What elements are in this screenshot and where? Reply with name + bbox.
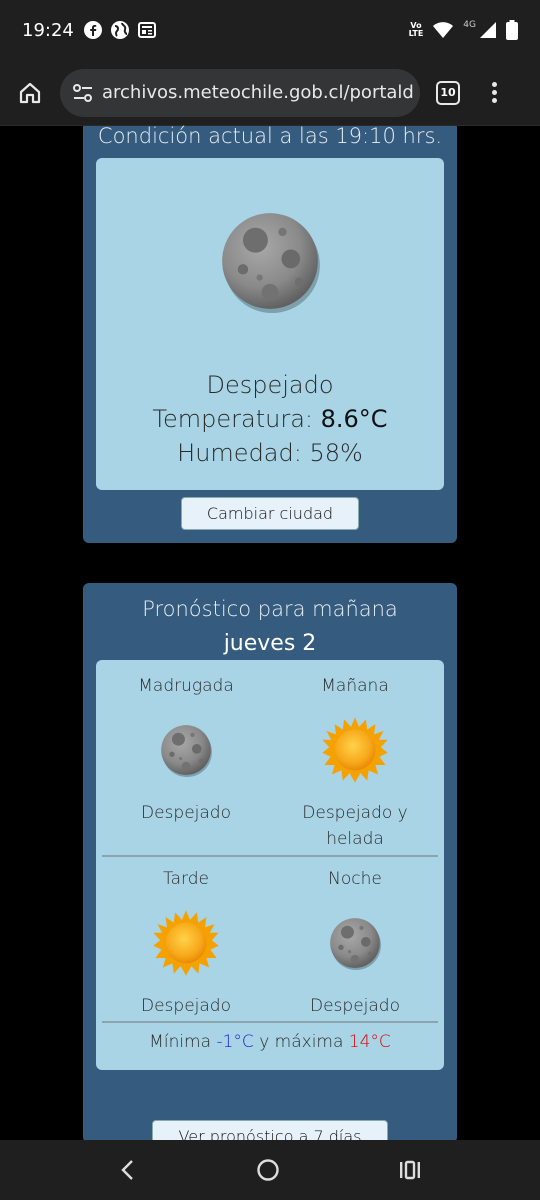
- max-label: y máxima: [259, 1032, 344, 1052]
- forecast-divider: [102, 855, 438, 857]
- forecast-period-tarde: Tarde Despejado: [101, 867, 271, 1019]
- browser-toolbar: archivos.meteochile.gob.cl/portald 10: [0, 60, 540, 126]
- tab-switcher-button[interactable]: 10: [436, 80, 460, 105]
- forecast-day: jueves 2: [223, 631, 317, 656]
- network-type-label: 4G: [463, 20, 476, 30]
- period-name: Noche: [328, 869, 382, 889]
- moon-icon: [159, 723, 213, 777]
- home-circle-icon[interactable]: [255, 1157, 281, 1183]
- forecast-panel: Madrugada Despejado Mañana Despejado y h…: [96, 660, 444, 1070]
- status-bar: 19:24 Vo LTE 4G: [0, 0, 540, 60]
- current-conditions-title: Condición actual a las 19:10 hrs.: [97, 124, 443, 148]
- forecast-period-madrugada: Madrugada Despejado: [101, 674, 271, 826]
- forecast-title: Pronóstico para mañana: [142, 597, 398, 621]
- back-icon[interactable]: [118, 1158, 138, 1182]
- menu-dot: [492, 90, 497, 95]
- period-description: Despejado: [141, 803, 231, 823]
- current-humidity: Humedad: 58%: [177, 439, 363, 467]
- moon-icon: [218, 209, 322, 313]
- min-value: -1°C: [216, 1032, 254, 1052]
- min-max-temperatures: Mínima -1°C y máxima 14°C: [96, 1032, 444, 1052]
- globe-icon: [110, 21, 129, 39]
- temperature-label: Temperatura:: [152, 405, 313, 433]
- recent-apps-icon[interactable]: [398, 1159, 422, 1181]
- menu-dot: [492, 82, 497, 87]
- home-icon: [19, 82, 41, 103]
- status-notification-icons: [83, 20, 156, 40]
- max-value: 14°C: [348, 1032, 391, 1052]
- url-text: archivos.meteochile.gob.cl/portald: [102, 82, 414, 103]
- period-description: Despejado: [141, 996, 231, 1016]
- status-system-icons: Vo LTE 4G: [409, 20, 518, 40]
- facebook-icon: [83, 21, 102, 39]
- more-menu-button[interactable]: [492, 82, 497, 103]
- battery-icon: [506, 20, 518, 40]
- period-name: Madrugada: [138, 676, 234, 696]
- sun-icon: [321, 716, 389, 784]
- current-temperature: Temperatura: 8.6°C: [96, 402, 444, 436]
- forecast-divider: [102, 1021, 438, 1023]
- period-name: Mañana: [321, 676, 389, 696]
- site-settings-icon[interactable]: [72, 83, 94, 103]
- forecast-card: Pronóstico para mañana jueves 2 Madrugad…: [83, 583, 457, 1150]
- sun-icon: [152, 909, 220, 977]
- forecast-period-noche: Noche Despejado: [270, 867, 440, 1019]
- change-city-button[interactable]: Cambiar ciudad: [181, 497, 359, 530]
- system-navigation-bar: [0, 1140, 540, 1200]
- address-bar[interactable]: archivos.meteochile.gob.cl/portald: [60, 68, 420, 117]
- status-time: 19:24: [22, 19, 74, 41]
- period-name: Tarde: [163, 869, 209, 889]
- current-condition: Despejado: [206, 371, 334, 399]
- period-description: Despejado y helada: [302, 803, 408, 849]
- home-button[interactable]: [0, 63, 60, 123]
- period-description: Despejado: [310, 996, 400, 1016]
- menu-dot: [492, 98, 497, 103]
- moon-icon: [328, 916, 382, 970]
- current-conditions-panel: Despejado Temperatura: 8.6°C Humedad: 58…: [96, 158, 444, 490]
- wifi-icon: [433, 22, 454, 38]
- temperature-value: 8.6°C: [320, 405, 388, 433]
- min-label: Mínima: [149, 1032, 212, 1052]
- forecast-period-manana: Mañana Despejado y helada: [270, 674, 440, 852]
- current-conditions-card: Condición actual a las 19:10 hrs. Despej…: [83, 124, 457, 543]
- news-icon: [137, 22, 156, 38]
- volte-icon: Vo LTE: [408, 21, 424, 38]
- signal-icon: [480, 22, 496, 38]
